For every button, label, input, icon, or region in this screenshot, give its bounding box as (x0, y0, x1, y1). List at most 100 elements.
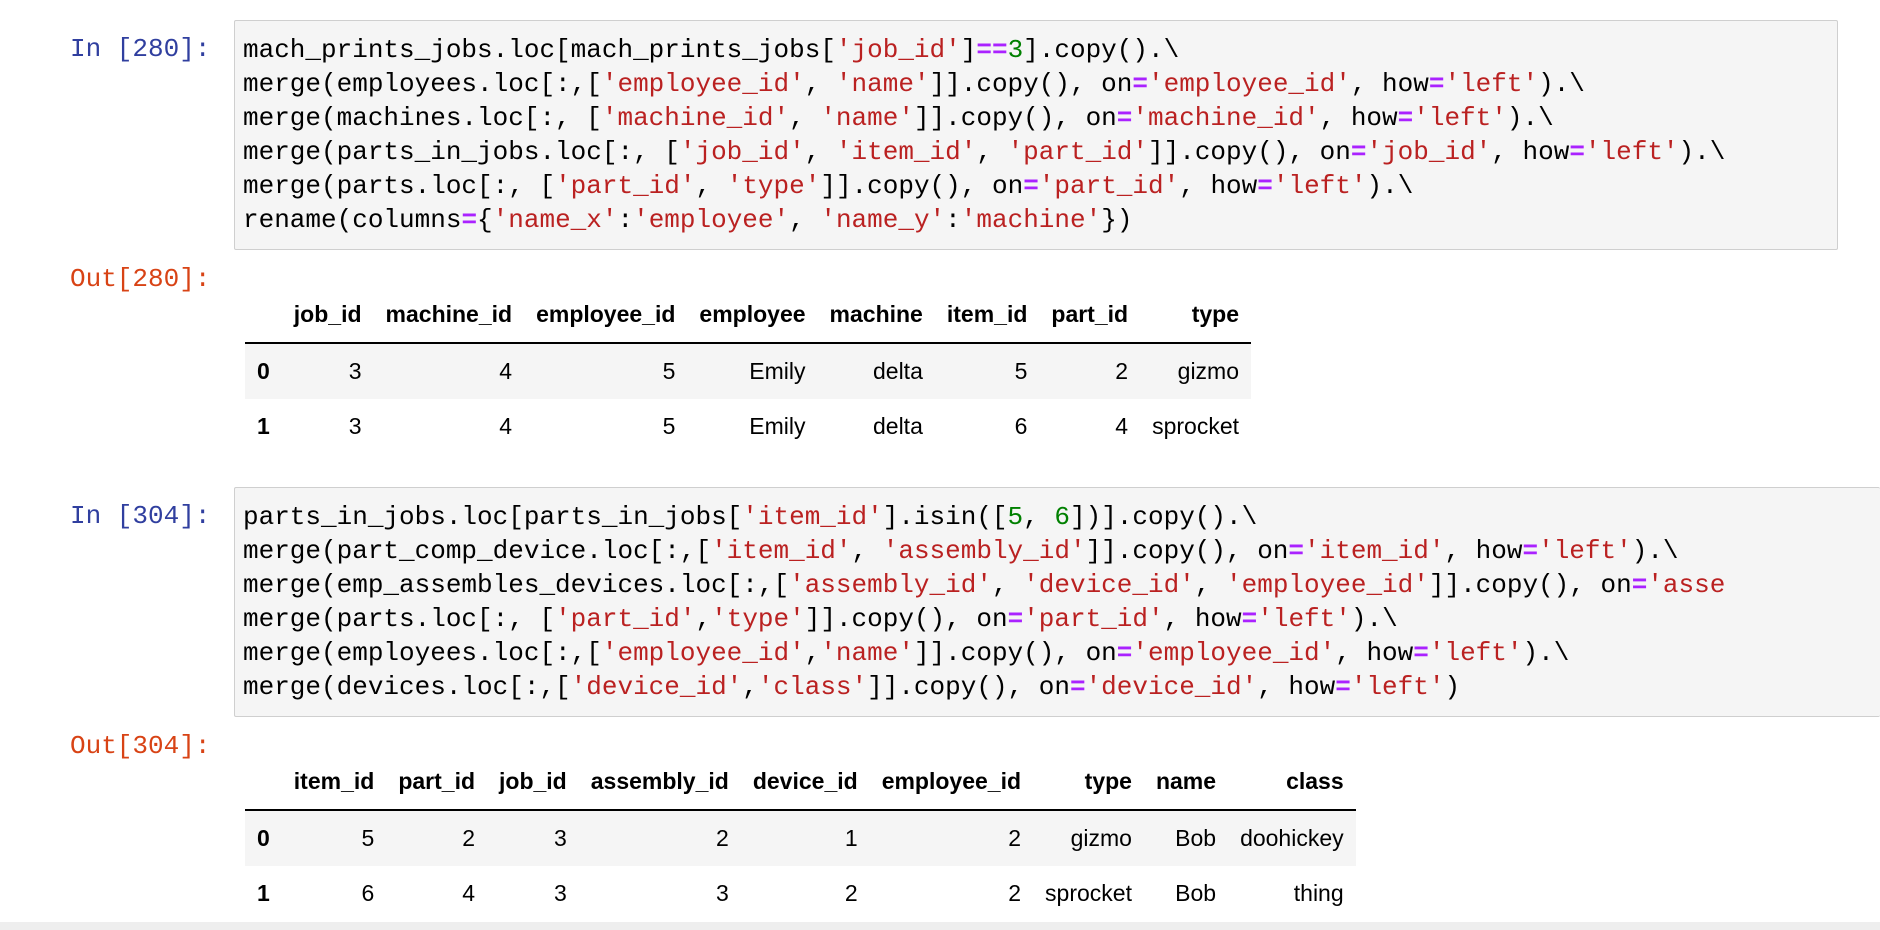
column-header: assembly_id (578, 754, 741, 811)
code-token: = (1413, 638, 1429, 668)
table-cell: 6 (361, 880, 375, 906)
table-cell: gizmo (1070, 825, 1132, 851)
code-token: merge(emp_assembles_devices.loc[:,[ (243, 570, 790, 600)
code-token: 'device_id' (570, 672, 743, 702)
code-token: , how (1257, 672, 1336, 702)
table-cell: Bob (1175, 825, 1217, 851)
code-token: , (976, 137, 1008, 167)
column-header: item_id (281, 754, 387, 811)
code-token: 'employee_id' (1148, 69, 1351, 99)
column-header: job_id (281, 287, 374, 344)
code-token: merge(parts_in_jobs.loc[:, [ (243, 137, 680, 167)
code-token: ).\ (1522, 638, 1570, 668)
code-token: 'left' (1444, 69, 1539, 99)
code-token: == (976, 35, 1008, 65)
code-token: = (1132, 69, 1148, 99)
code-token: , (804, 638, 821, 668)
code-token: 'part_id' (555, 604, 696, 634)
code-token: 'name_y' (820, 205, 946, 235)
code-token: ].copy().\ (1023, 35, 1180, 65)
code-token: = (1116, 103, 1133, 133)
code-token: , how (1350, 69, 1429, 99)
code-token: 'name_x' (492, 205, 618, 235)
code-token: = (1069, 672, 1086, 702)
code-token: , how (1491, 137, 1570, 167)
code-token: , (804, 137, 836, 167)
code-token: , how (1444, 536, 1523, 566)
code-token: ) (1444, 672, 1461, 702)
code-token: ] (960, 35, 977, 65)
code-token: ]].copy(), on (913, 638, 1117, 668)
code-token: 'class' (757, 672, 868, 702)
column-header: part_id (1039, 287, 1141, 344)
code-token: 'name' (835, 69, 930, 99)
code-token: : (945, 205, 961, 235)
row-index: 1 (257, 880, 270, 906)
output-prompt: Out[304]: (70, 731, 211, 761)
table-cell: Emily (749, 358, 806, 384)
code-editor[interactable]: parts_in_jobs.loc[parts_in_jobs['item_id… (234, 487, 1880, 717)
code-editor[interactable]: mach_prints_jobs.loc[mach_prints_jobs['j… (234, 20, 1838, 250)
code-token: 'name' (820, 638, 914, 668)
code-token: merge(parts.loc[:, [ (243, 604, 556, 634)
code-token: 5 (1007, 502, 1024, 532)
code-token: 'device_id' (1085, 672, 1258, 702)
code-token: 'employee' (633, 205, 790, 235)
column-header: employee (687, 287, 818, 344)
code-token: 'item_id' (1304, 536, 1445, 566)
code-token: 'employee_id' (601, 69, 805, 99)
code-token: 3 (1007, 35, 1024, 65)
code-token: 'type' (726, 171, 821, 201)
code-token: 'name' (820, 103, 914, 133)
table-cell: 5 (1014, 358, 1028, 384)
table-cell: 3 (348, 358, 362, 384)
table-cell: 6 (1014, 413, 1028, 439)
column-header: item_id (934, 287, 1040, 344)
code-token: = (1023, 171, 1039, 201)
output-prompt: Out[280]: (70, 264, 211, 294)
code-token: 'employee_id' (601, 638, 805, 668)
code-token: 'employee_id' (1132, 638, 1336, 668)
code-token: 'asse (1647, 570, 1726, 600)
code-token: , (695, 171, 727, 201)
table-cell: 5 (361, 825, 375, 851)
code-token: = (1288, 536, 1305, 566)
code-token: 'device_id' (1023, 570, 1195, 600)
table-cell: 3 (348, 413, 362, 439)
table-cell: 2 (1115, 358, 1129, 384)
code-token: merge(employees.loc[:,[ (243, 69, 602, 99)
table-cell: gizmo (1177, 358, 1240, 384)
code-token: = (1257, 171, 1273, 201)
code-token: ).\ (1506, 103, 1554, 133)
column-header (245, 754, 282, 811)
code-token: 'machine' (960, 205, 1102, 235)
code-token: 'assembly_id' (789, 570, 992, 600)
code-token: = (1007, 604, 1024, 634)
table-cell: delta (872, 413, 923, 439)
table-cell: 4 (462, 880, 476, 906)
code-token: 'job_id' (679, 137, 805, 167)
column-header: device_id (740, 754, 870, 811)
code-token: ]].copy(), on (867, 672, 1070, 702)
code-token: 'left' (1272, 171, 1367, 201)
table-cell: Emily (749, 413, 806, 439)
code-token: merge(devices.loc[:,[ (243, 672, 571, 702)
table-cell: delta (872, 358, 923, 384)
code-line: merge(parts_in_jobs.loc[:, ['job_id', 'i… (243, 137, 1725, 167)
code-token: , (851, 536, 883, 566)
code-token: 'part_id' (555, 171, 696, 201)
table-cell: 5 (662, 413, 676, 439)
horizontal-scrollbar[interactable] (0, 922, 1880, 930)
code-token: , (789, 205, 821, 235)
code-token: ]].copy(), on (804, 604, 1008, 634)
code-line: merge(emp_assembles_devices.loc[:,['asse… (243, 570, 1725, 600)
column-header: part_id (386, 754, 488, 811)
code-token: = (1569, 137, 1585, 167)
code-token: 'machine_id' (1132, 103, 1320, 133)
table-row: 1 6 4 3 3 2 2 sprocket Bob thing (245, 866, 1356, 921)
input-prompt: In [304]: (70, 501, 211, 531)
code-token: , (1023, 502, 1055, 532)
code-token: , how (1163, 604, 1242, 634)
table-cell: 2 (462, 825, 476, 851)
table-cell: doohickey (1240, 825, 1344, 851)
